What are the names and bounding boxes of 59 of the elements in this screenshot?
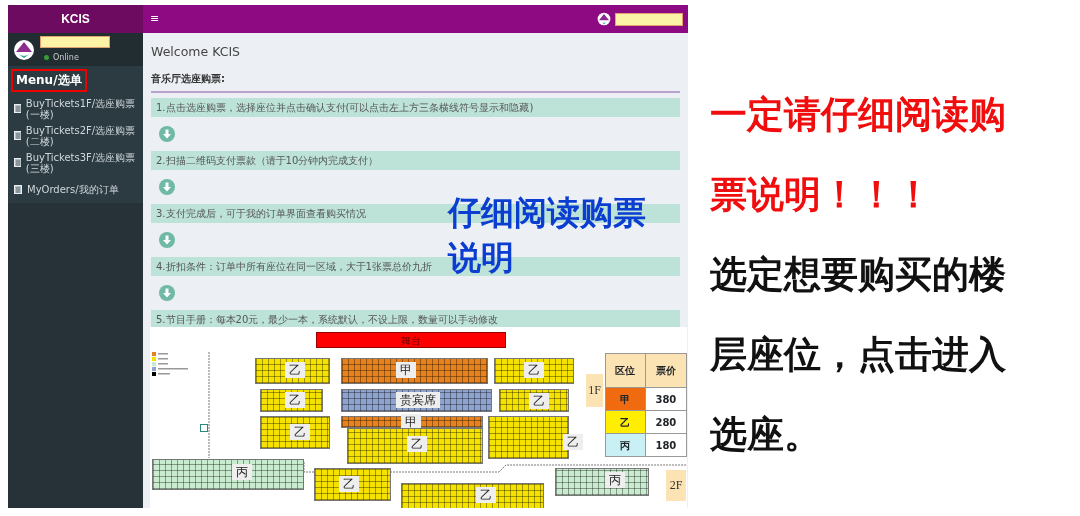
price-cell: 380 xyxy=(645,387,687,411)
zone-cell: 甲 xyxy=(605,387,646,411)
logo-icon xyxy=(13,38,35,61)
document-icon xyxy=(14,185,22,194)
status-dot-icon xyxy=(44,55,49,60)
status-text: Online xyxy=(53,51,79,64)
zone-cell: 丙 xyxy=(605,433,646,457)
zone-label: 丙 xyxy=(605,472,625,488)
sidebar-item[interactable]: MyOrders/我的订单 xyxy=(8,176,143,203)
zone-label: 乙 xyxy=(563,434,583,450)
name-highlight xyxy=(40,35,110,48)
section-title: 音乐厅选座购票: xyxy=(151,72,225,84)
step-text: 1.点击选座购票，选择座位并点击确认支付(可以点击左上方三条横线符号显示和隐藏) xyxy=(151,97,680,117)
seat-section[interactable] xyxy=(152,459,304,490)
seat-section[interactable] xyxy=(488,416,569,459)
sidebar-item[interactable]: BuyTickets2F/选座购票(二楼) xyxy=(8,122,143,149)
document-icon xyxy=(14,104,21,113)
seat-section[interactable] xyxy=(341,358,488,384)
checkbox-icon xyxy=(200,424,208,432)
sidebar-item[interactable]: BuyTickets1F/选座购票(一楼) xyxy=(8,95,143,122)
zone-label: 乙 xyxy=(285,362,305,378)
seat-legend-drawing xyxy=(152,352,190,377)
menu-title: Menu/选单 xyxy=(11,69,87,92)
zone-label: 丙 xyxy=(232,464,252,480)
zone-label: 乙 xyxy=(476,487,496,503)
page-title: Welcome KCIS xyxy=(151,43,241,61)
overlay-note: 仔细阅读购票说明 xyxy=(448,192,647,279)
zone-label: 乙 xyxy=(339,476,359,492)
document-icon xyxy=(14,131,21,140)
stage-banner: 舞台 xyxy=(316,332,506,348)
document-icon xyxy=(14,158,21,167)
warning-text: 一定请仔细阅读购票说明！！！ xyxy=(710,92,1007,218)
price-cell: 280 xyxy=(645,410,687,434)
seat-section[interactable] xyxy=(555,468,649,496)
zone-label: 乙 xyxy=(285,392,305,408)
floor-label: 2F xyxy=(666,470,686,501)
column-header: 区位 xyxy=(605,353,646,388)
instruction-text: 选定想要购买的楼层座位，点击进入选座。 xyxy=(710,252,1007,458)
zone-cell: 乙 xyxy=(605,410,646,434)
seat-section[interactable] xyxy=(341,416,483,428)
zone-label: 甲 xyxy=(396,362,416,378)
logo-icon xyxy=(597,12,611,26)
sidebar-item[interactable]: BuyTickets3F/选座购票(三楼) xyxy=(8,149,143,176)
column-header: 票价 xyxy=(645,353,687,388)
seat-section[interactable] xyxy=(401,483,544,508)
step-text: 2.扫描二维码支付票款（请于10分钟内完成支付） xyxy=(151,150,680,170)
menu-toggle[interactable]: ≡ xyxy=(150,10,160,28)
app-brand: KCIS xyxy=(8,5,143,33)
floor-label: 1F xyxy=(586,374,603,407)
seat-section[interactable] xyxy=(314,468,391,501)
zone-label: 乙 xyxy=(529,393,549,409)
zone-label: 乙 xyxy=(407,436,427,452)
zone-label: 乙 xyxy=(524,362,544,378)
seat-section[interactable] xyxy=(260,416,330,449)
seat-section[interactable] xyxy=(347,428,483,464)
zone-label: 乙 xyxy=(290,424,310,440)
zone-label: 贵宾席 xyxy=(396,392,440,408)
name-highlight xyxy=(615,12,683,26)
price-cell: 180 xyxy=(645,433,687,457)
